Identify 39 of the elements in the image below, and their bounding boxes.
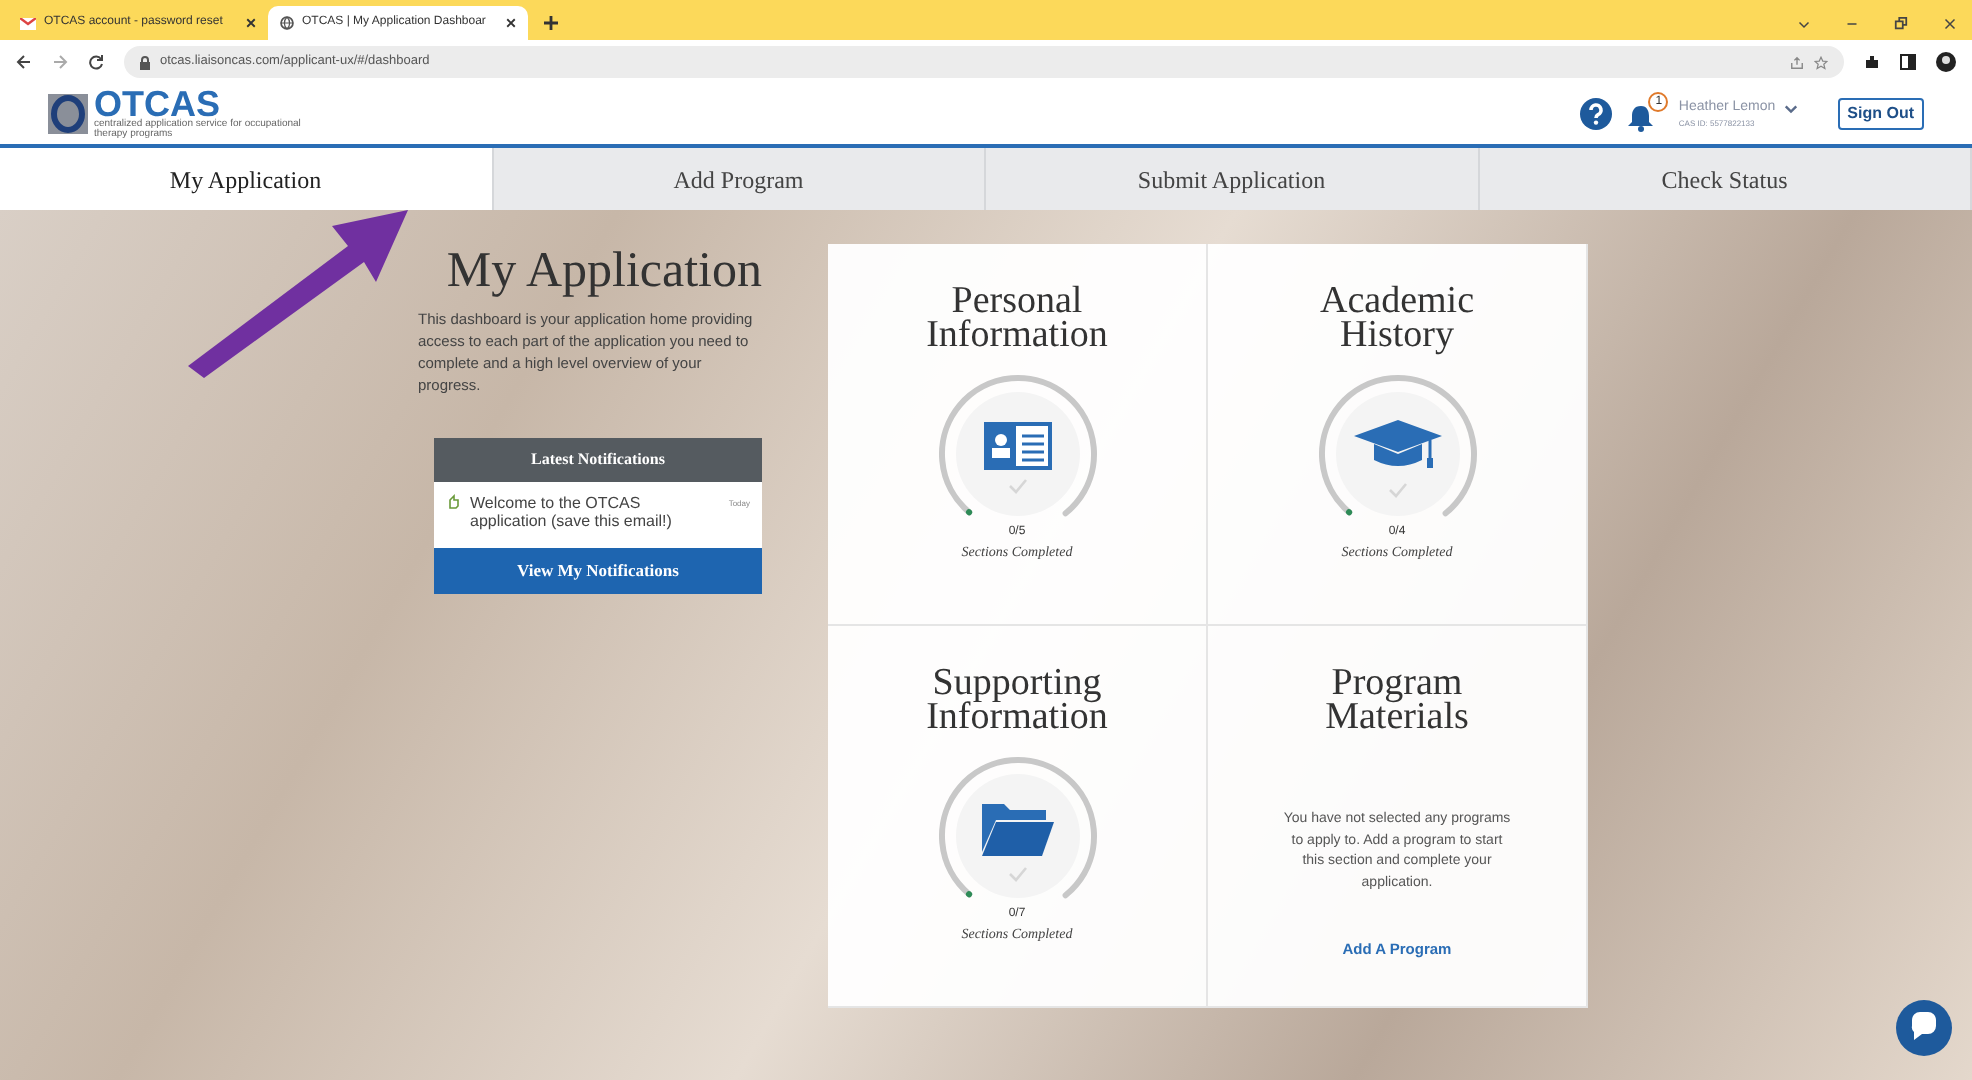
close-icon[interactable]	[506, 18, 516, 28]
notification-text: Welcome to the OTCAS application (save this email!)	[470, 494, 674, 530]
profile-icon[interactable]	[1936, 52, 1956, 72]
folder-icon	[979, 798, 1055, 858]
logo-text: OTCAS	[94, 88, 220, 120]
check-icon	[1007, 478, 1027, 494]
lock-icon	[140, 55, 150, 69]
star-icon[interactable]	[1814, 55, 1828, 69]
view-notifications-button[interactable]: View My Notifications	[434, 548, 762, 594]
logo-mark-icon	[48, 94, 88, 134]
globe-icon	[280, 16, 294, 30]
back-arrow-icon[interactable]	[16, 54, 32, 70]
new-tab-icon[interactable]	[544, 16, 558, 30]
nav-tab[interactable]: My Application	[0, 148, 493, 210]
graduation-cap-icon	[1351, 418, 1443, 474]
close-icon[interactable]	[246, 18, 256, 28]
card-title: Personal Information	[924, 284, 1110, 352]
sidebar-icon[interactable]	[1900, 54, 1916, 70]
chevron-down-icon[interactable]	[1783, 101, 1798, 115]
mail-icon	[20, 17, 36, 29]
bell-icon[interactable]	[1628, 104, 1655, 132]
hand-icon	[446, 494, 460, 510]
card-title: Academic History	[1317, 284, 1476, 352]
reload-icon[interactable]	[88, 54, 104, 70]
share-icon[interactable]	[1790, 55, 1804, 69]
notifications-title: Latest Notifications	[434, 438, 762, 482]
chat-bubble-icon[interactable]	[1896, 1000, 1952, 1056]
close-window-icon[interactable]	[1944, 17, 1956, 29]
sign-out-button[interactable]: Sign Out	[1837, 98, 1924, 130]
check-icon	[1387, 482, 1407, 498]
chevron-down-icon[interactable]	[1798, 17, 1810, 29]
restore-icon[interactable]	[1894, 16, 1908, 30]
card-title: Supporting Information	[924, 666, 1110, 734]
card-title: Program Materials	[1323, 666, 1471, 734]
minimize-icon[interactable]	[1846, 17, 1858, 29]
help-icon[interactable]	[1580, 98, 1613, 130]
id-card-icon	[983, 422, 1051, 470]
check-icon	[1007, 866, 1027, 882]
page-title: My Application	[444, 244, 762, 300]
